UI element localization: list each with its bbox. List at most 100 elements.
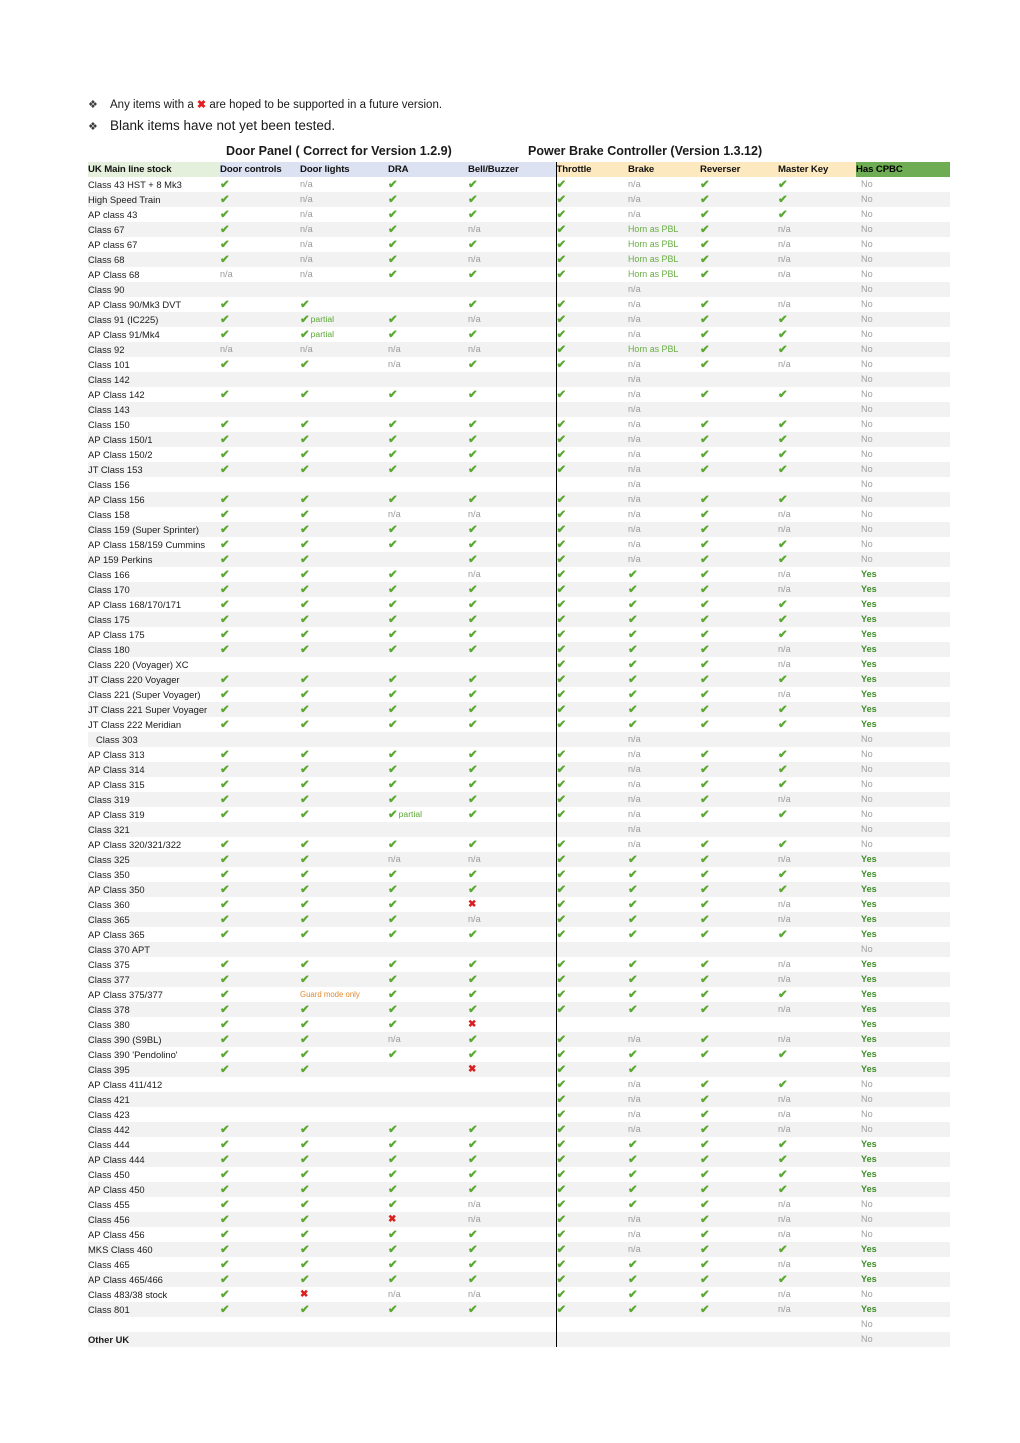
cell-has-cpbc: No [856,492,950,507]
table-row[interactable]: Class 390 'Pendolino' ✔ ✔ ✔ ✔ ✔ ✔ ✔ ✔ Yes [88,1047,950,1062]
table-row[interactable]: Class 156 n/a No [88,477,950,492]
column-header-door-lights[interactable]: Door lights [300,162,388,177]
table-row[interactable]: AP Class 156 ✔ ✔ ✔ ✔ ✔ n/a ✔ ✔ No [88,492,950,507]
table-row[interactable]: Class 321 n/a No [88,822,950,837]
table-row[interactable]: Class 143 n/a No [88,402,950,417]
table-row[interactable]: Class 360 ✔ ✔ ✔ ✖ ✔ ✔ ✔ n/a Yes [88,897,950,912]
table-row[interactable]: Class 801 ✔ ✔ ✔ ✔ ✔ ✔ ✔ n/a Yes [88,1302,950,1317]
table-row[interactable]: AP Class 320/321/322 ✔ ✔ ✔ ✔ ✔ n/a ✔ ✔ No [88,837,950,852]
table-row[interactable]: JT Class 153 ✔ ✔ ✔ ✔ ✔ n/a ✔ ✔ No [88,462,950,477]
column-header-brake[interactable]: Brake [628,162,700,177]
table-row[interactable]: JT Class 220 Voyager ✔ ✔ ✔ ✔ ✔ ✔ ✔ ✔ Yes [88,672,950,687]
table-row[interactable]: Class 423 ✔ n/a ✔ n/a No [88,1107,950,1122]
table-row[interactable]: Class 101 ✔ ✔ n/a ✔ ✔ n/a ✔ n/a No [88,357,950,372]
table-row[interactable]: Class 455 ✔ ✔ ✔ n/a ✔ ✔ ✔ n/a No [88,1197,950,1212]
column-header-throttle[interactable]: Throttle [555,162,628,177]
table-row[interactable]: AP Class 365 ✔ ✔ ✔ ✔ ✔ ✔ ✔ ✔ Yes [88,927,950,942]
table-row[interactable]: Class 319 ✔ ✔ ✔ ✔ ✔ n/a ✔ n/a No [88,792,950,807]
table-row[interactable]: AP Class 314 ✔ ✔ ✔ ✔ ✔ n/a ✔ ✔ No [88,762,950,777]
table-row[interactable]: Class 350 ✔ ✔ ✔ ✔ ✔ ✔ ✔ ✔ Yes [88,867,950,882]
table-row[interactable]: AP Class 350 ✔ ✔ ✔ ✔ ✔ ✔ ✔ ✔ Yes [88,882,950,897]
cell-door-lights: ✔ [300,387,388,402]
table-row[interactable]: Class 166 ✔ ✔ ✔ n/a ✔ ✔ ✔ n/a Yes [88,567,950,582]
table-row[interactable]: Class 377 ✔ ✔ ✔ ✔ ✔ ✔ ✔ n/a Yes [88,972,950,987]
table-row[interactable]: Class 444 ✔ ✔ ✔ ✔ ✔ ✔ ✔ ✔ Yes [88,1137,950,1152]
table-row[interactable]: AP Class 313 ✔ ✔ ✔ ✔ ✔ n/a ✔ ✔ No [88,747,950,762]
row-label-class-91-ic225: Class 91 (IC225) [88,312,220,327]
check-icon: ✔ [300,719,310,731]
table-row[interactable]: AP Class 150/2 ✔ ✔ ✔ ✔ ✔ n/a ✔ ✔ No [88,447,950,462]
table-row[interactable]: AP class 43 ✔ n/a ✔ ✔ ✔ n/a ✔ ✔ No [88,207,950,222]
table-row[interactable]: Class 90 n/a No [88,282,950,297]
cell-bell-buzzer: ✔ [468,747,556,762]
table-row[interactable]: AP Class 456 ✔ ✔ ✔ ✔ ✔ n/a ✔ n/a No [88,1227,950,1242]
table-row[interactable]: Class 142 n/a No [88,372,950,387]
table-row[interactable]: Class 170 ✔ ✔ ✔ ✔ ✔ ✔ ✔ n/a Yes [88,582,950,597]
table-row[interactable]: Class 150 ✔ ✔ ✔ ✔ ✔ n/a ✔ ✔ No [88,417,950,432]
cell-dra: ✔ [388,207,468,222]
table-row[interactable]: AP Class 142 ✔ ✔ ✔ ✔ ✔ n/a ✔ ✔ No [88,387,950,402]
table-row[interactable]: AP Class 375/377 ✔ Guard mode only ✔ ✔ ✔ ✔ ✔ ✔ Ye… [88,987,950,1002]
table-row[interactable]: Class 159 (Super Sprinter) ✔ ✔ ✔ ✔ ✔ n/a ✔ n/a No [88,522,950,537]
table-row[interactable]: Other UK No [88,1332,950,1347]
table-row[interactable]: AP Class 444 ✔ ✔ ✔ ✔ ✔ ✔ ✔ ✔ Yes [88,1152,950,1167]
table-row[interactable]: Class 378 ✔ ✔ ✔ ✔ ✔ ✔ ✔ n/a Yes [88,1002,950,1017]
column-header-stock[interactable]: UK Main line stock [88,162,220,177]
column-header-door-controls[interactable]: Door controls [220,162,300,177]
table-row[interactable]: Class 91 (IC225) ✔ ✔partial ✔ n/a ✔ n/a ✔ ✔ No [88,312,950,327]
table-row[interactable]: Class 43 HST + 8 Mk3 ✔ n/a ✔ ✔ ✔ n/a ✔ ✔ No [88,177,950,192]
table-row[interactable]: Class 375 ✔ ✔ ✔ ✔ ✔ ✔ ✔ n/a Yes [88,957,950,972]
table-row[interactable]: AP Class 175 ✔ ✔ ✔ ✔ ✔ ✔ ✔ ✔ Yes [88,627,950,642]
table-row[interactable]: AP Class 465/466 ✔ ✔ ✔ ✔ ✔ ✔ ✔ ✔ Yes [88,1272,950,1287]
table-row[interactable]: Class 158 ✔ ✔ n/a n/a ✔ n/a ✔ n/a No [88,507,950,522]
table-row[interactable]: AP Class 91/Mk4 ✔ ✔partial ✔ ✔ ✔ n/a ✔ ✔ No [88,327,950,342]
cell-brake [628,1317,700,1332]
column-header-master-key[interactable]: Master Key [778,162,856,177]
table-row[interactable]: No [88,1317,950,1332]
column-header-has-cpbc[interactable]: Has CPBC [856,162,950,177]
check-icon: ✔ [388,644,398,656]
table-row[interactable]: AP Class 68 n/a n/a ✔ ✔ ✔ Horn as PBL ✔ n/a No [88,267,950,282]
table-row[interactable]: Class 92 n/a n/a n/a n/a ✔ Horn as PBL ✔ ✔ No [88,342,950,357]
table-row[interactable]: Class 221 (Super Voyager) ✔ ✔ ✔ ✔ ✔ ✔ ✔ n/a Yes [88,687,950,702]
table-row[interactable]: Class 390 (S9BL) ✔ ✔ n/a ✔ ✔ n/a ✔ n/a Yes [88,1032,950,1047]
table-row[interactable]: AP Class 319 ✔ ✔ ✔partial ✔ ✔ n/a ✔ ✔ No [88,807,950,822]
table-row[interactable]: Class 325 ✔ ✔ n/a n/a ✔ ✔ ✔ n/a Yes [88,852,950,867]
table-row[interactable]: AP Class 450 ✔ ✔ ✔ ✔ ✔ ✔ ✔ ✔ Yes [88,1182,950,1197]
table-row[interactable]: Class 395 ✔ ✔ ✖ ✔ ✔ Yes [88,1062,950,1077]
table-row[interactable]: Class 456 ✔ ✔ ✖ n/a ✔ n/a ✔ n/a No [88,1212,950,1227]
table-row[interactable]: Class 175 ✔ ✔ ✔ ✔ ✔ ✔ ✔ ✔ Yes [88,612,950,627]
table-row[interactable]: AP Class 90/Mk3 DVT ✔ ✔ ✔ ✔ n/a ✔ n/a No [88,297,950,312]
column-header-reverser[interactable]: Reverser [700,162,778,177]
table-row[interactable]: Class 483/38 stock ✔ ✖ n/a n/a ✔ ✔ ✔ n/a No [88,1287,950,1302]
table-row[interactable]: AP Class 168/170/171 ✔ ✔ ✔ ✔ ✔ ✔ ✔ ✔ Yes [88,597,950,612]
table-row[interactable]: Class 180 ✔ ✔ ✔ ✔ ✔ ✔ ✔ n/a Yes [88,642,950,657]
table-row[interactable]: Class 380 ✔ ✔ ✔ ✖ Yes [88,1017,950,1032]
yes-label: Yes [861,914,877,924]
table-row[interactable]: Class 303 n/a No [88,732,950,747]
table-row[interactable]: Class 450 ✔ ✔ ✔ ✔ ✔ ✔ ✔ ✔ Yes [88,1167,950,1182]
column-header-bell-buzzer[interactable]: Bell/Buzzer [468,162,556,177]
table-row[interactable]: Class 365 ✔ ✔ ✔ n/a ✔ ✔ ✔ n/a Yes [88,912,950,927]
table-row[interactable]: AP class 67 ✔ n/a ✔ ✔ ✔ Horn as PBL ✔ n/a No [88,237,950,252]
table-row[interactable]: AP Class 150/1 ✔ ✔ ✔ ✔ ✔ n/a ✔ ✔ No [88,432,950,447]
table-row[interactable]: AP Class 315 ✔ ✔ ✔ ✔ ✔ n/a ✔ ✔ No [88,777,950,792]
check-icon: ✔ [300,899,310,911]
table-row[interactable]: Class 421 ✔ n/a ✔ n/a No [88,1092,950,1107]
table-row[interactable]: JT Class 222 Meridian ✔ ✔ ✔ ✔ ✔ ✔ ✔ ✔ Yes [88,717,950,732]
table-row[interactable]: High Speed Train ✔ n/a ✔ ✔ ✔ n/a ✔ ✔ No [88,192,950,207]
column-header-dra[interactable]: DRA [388,162,468,177]
table-row[interactable]: Class 220 (Voyager) XC ✔ ✔ ✔ n/a Yes [88,657,950,672]
table-row[interactable]: AP Class 411/412 ✔ n/a ✔ ✔ No [88,1077,950,1092]
table-row[interactable]: Class 370 APT No [88,942,950,957]
table-row[interactable]: Class 68 ✔ n/a ✔ n/a ✔ Horn as PBL ✔ n/a No [88,252,950,267]
table-row[interactable]: JT Class 221 Super Voyager ✔ ✔ ✔ ✔ ✔ ✔ ✔ ✔ Yes [88,702,950,717]
table-row[interactable]: Class 442 ✔ ✔ ✔ ✔ ✔ n/a ✔ n/a No [88,1122,950,1137]
table-row[interactable]: Class 465 ✔ ✔ ✔ ✔ ✔ ✔ ✔ n/a Yes [88,1257,950,1272]
table-row[interactable]: Class 67 ✔ n/a ✔ n/a ✔ Horn as PBL ✔ n/a No [88,222,950,237]
table-row[interactable]: AP 159 Perkins ✔ ✔ ✔ ✔ n/a ✔ ✔ No [88,552,950,567]
table-row[interactable]: AP Class 158/159 Cummins ✔ ✔ ✔ ✔ ✔ n/a ✔ ✔ No [88,537,950,552]
cell-throttle: ✔ [555,912,628,927]
row-label-class-221-super-voyager: Class 221 (Super Voyager) [88,687,220,702]
table-row[interactable]: MKS Class 460 ✔ ✔ ✔ ✔ ✔ n/a ✔ ✔ Yes [88,1242,950,1257]
